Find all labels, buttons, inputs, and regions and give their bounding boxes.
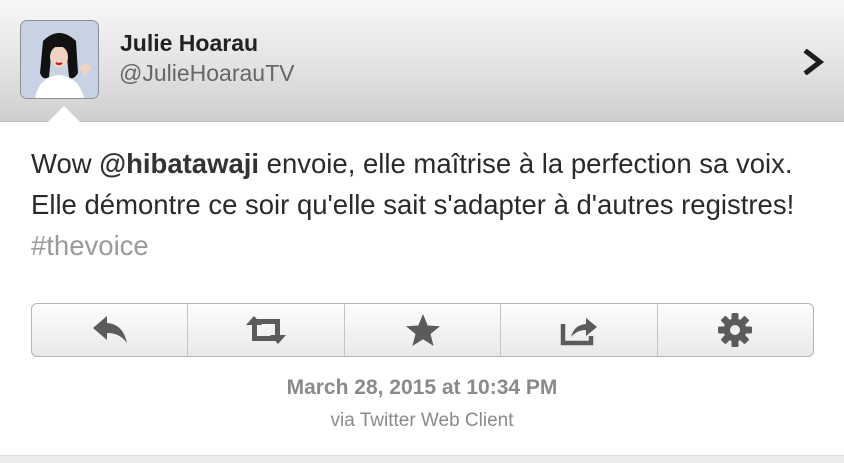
hashtag-link[interactable]: #thevoice [31, 230, 149, 261]
gear-icon [718, 313, 753, 347]
tweet-prefix: Wow [31, 148, 100, 179]
header-pointer [48, 106, 80, 122]
tweet-client: via Twitter Web Client [330, 410, 514, 431]
tweet-timestamp[interactable]: March 28, 2015 at 10:34 PM [0, 376, 844, 400]
action-bar [31, 303, 814, 357]
star-icon [405, 314, 440, 346]
avatar[interactable] [20, 20, 99, 99]
profile-photo-icon [21, 21, 98, 98]
mention-link[interactable]: @hibatawaji [99, 148, 259, 179]
retweet-button[interactable] [187, 304, 343, 356]
share-button[interactable] [500, 304, 656, 356]
tweet-text: Wow @hibatawaji envoie, elle maîtrise à … [31, 143, 821, 266]
reply-icon [92, 316, 127, 343]
author-handle[interactable]: @JulieHoarauTV [119, 60, 294, 87]
author-name[interactable]: Julie Hoarau [120, 30, 258, 57]
chevron-right-icon[interactable] [803, 49, 825, 75]
tweet-header[interactable]: Julie Hoarau @JulieHoarauTV [0, 0, 844, 122]
reply-button[interactable] [32, 304, 187, 356]
share-icon [560, 318, 597, 346]
retweet-icon [246, 316, 287, 344]
settings-button[interactable] [656, 304, 813, 356]
favorite-button[interactable] [343, 304, 500, 356]
